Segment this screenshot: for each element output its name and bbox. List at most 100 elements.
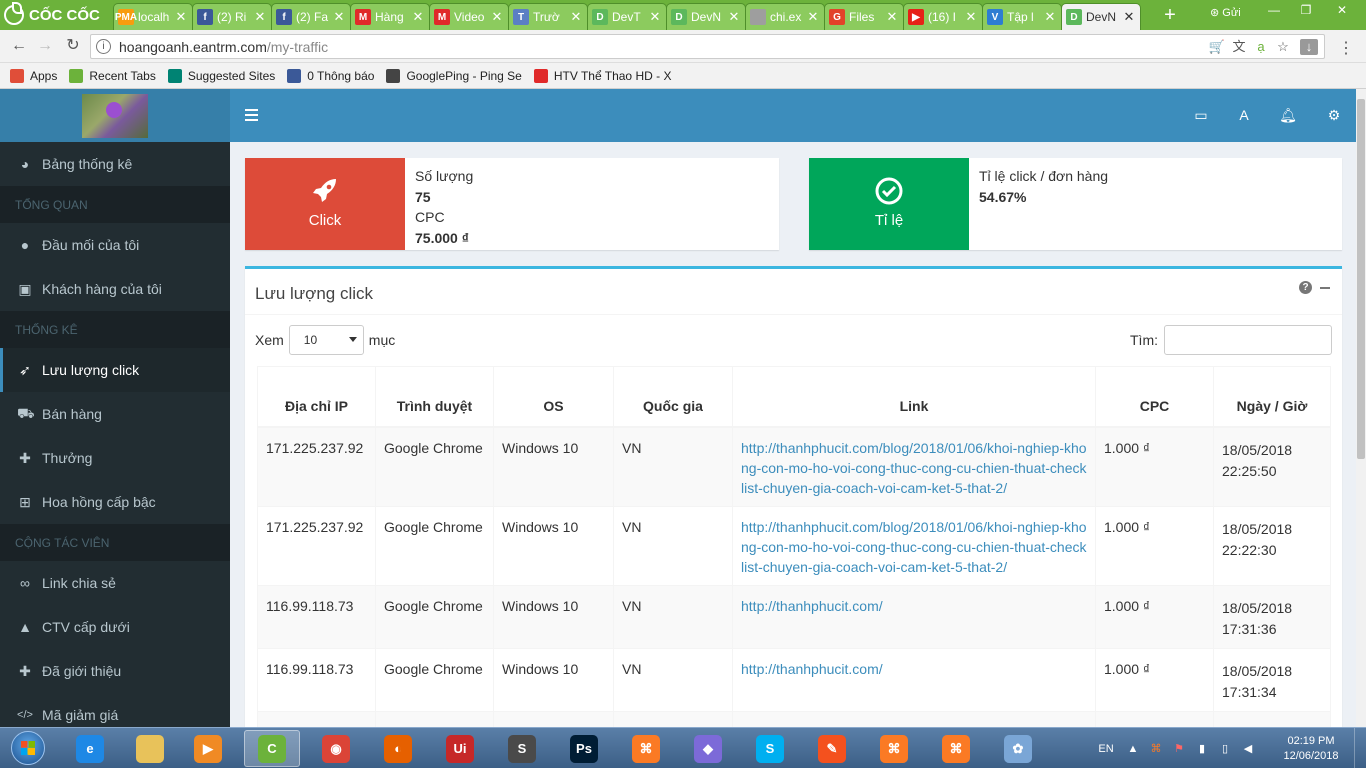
back-button[interactable]: ← <box>10 37 28 55</box>
taskbar-app-button[interactable]: Ps <box>556 730 612 767</box>
browser-tab[interactable]: M Hàng ✕ <box>350 3 430 30</box>
collapse-icon[interactable] <box>1320 286 1330 289</box>
taskbar-app-button[interactable]: ✿ <box>990 730 1046 767</box>
close-icon[interactable]: ✕ <box>648 9 662 25</box>
maximize-button[interactable]: ❐ <box>1294 3 1318 19</box>
coccoc-logo[interactable]: CỐC CỐC <box>4 2 100 26</box>
browser-tab[interactable]: V Tập l ✕ <box>982 3 1062 30</box>
taskbar-app-button[interactable]: ◐ <box>370 730 426 767</box>
taskbar-app-button[interactable]: e <box>62 730 118 767</box>
url-text[interactable]: hoangoanh.eantrm.com/my-traffic <box>119 39 328 55</box>
close-icon[interactable]: ✕ <box>885 9 899 25</box>
scrollbar-thumb[interactable] <box>1357 99 1365 459</box>
bell-icon[interactable]: 🔔︎ <box>1279 106 1297 124</box>
traffic-link[interactable]: http://thanhphucit.com/blog/2018/01/06/k… <box>741 440 1087 496</box>
browser-tab[interactable]: M Video ✕ <box>429 3 509 30</box>
taskbar-app-button[interactable]: ◉ <box>308 730 364 767</box>
language-indicator[interactable]: EN <box>1095 743 1117 755</box>
minimize-button[interactable]: — <box>1262 3 1286 19</box>
system-clock[interactable]: 02:19 PM 12/06/2018 <box>1276 734 1346 764</box>
reload-button[interactable]: ↻ <box>64 37 82 55</box>
browser-tab[interactable]: D DevN ✕ <box>1061 3 1141 30</box>
traffic-link[interactable]: http://thanhphucit.com/ <box>741 661 883 677</box>
column-header-datetime[interactable]: Ngày / Giờ <box>1213 366 1331 428</box>
bookmark-item[interactable]: HTV Thể Thao HD - X <box>533 68 671 83</box>
sidebar-item-share-link[interactable]: ∞ Link chia sẻ <box>0 561 230 605</box>
page-length-select[interactable]: 10 <box>288 325 364 355</box>
xampp-tray-icon[interactable]: ⌘ <box>1149 742 1163 755</box>
sidebar-item-click-traffic[interactable]: ➶ Lưu lượng click <box>0 348 230 392</box>
column-header-browser[interactable]: Trình duyệt <box>375 366 494 428</box>
taskbar-app-button[interactable]: ✎ <box>804 730 860 767</box>
avatar[interactable] <box>82 93 148 138</box>
browser-tab[interactable]: chi.ex ✕ <box>745 3 825 30</box>
browser-tab[interactable]: f (2) Ri ✕ <box>192 3 272 30</box>
language-switch[interactable]: A <box>1235 106 1253 124</box>
column-header-cpc[interactable]: CPC <box>1095 366 1214 428</box>
help-icon[interactable]: ? <box>1299 281 1312 294</box>
search-input[interactable] <box>1164 325 1332 355</box>
traffic-link[interactable]: http://thanhphucit.com/ <box>741 598 883 614</box>
start-button[interactable] <box>4 729 52 767</box>
close-icon[interactable]: ✕ <box>964 9 978 25</box>
taskbar-app-button[interactable]: S <box>494 730 550 767</box>
taskbar-app-button[interactable]: S <box>742 730 798 767</box>
show-desktop-button[interactable] <box>1354 728 1366 768</box>
traffic-link[interactable]: http://thanhphucit.com/blog/2018/01/06/k… <box>741 519 1087 575</box>
gears-icon[interactable]: ⚙ <box>1325 106 1343 124</box>
sidebar-item-my-leads[interactable]: ● Đầu mối của tôi <box>0 223 230 267</box>
vietnamese-typing-icon[interactable]: ạ <box>1252 39 1270 55</box>
bookmark-star-icon[interactable]: ☆ <box>1274 39 1292 55</box>
taskbar-app-button[interactable]: ◆ <box>680 730 736 767</box>
close-icon[interactable]: ✕ <box>569 9 583 25</box>
bookmark-item[interactable]: 0 Thông báo <box>287 68 374 83</box>
taskbar-app-button[interactable]: ▶ <box>180 730 236 767</box>
browser-tab[interactable]: ▶ (16) I ✕ <box>903 3 983 30</box>
sidebar-item-referred[interactable]: ✚ Đã giới thiệu <box>0 649 230 693</box>
column-header-link[interactable]: Link <box>732 366 1096 428</box>
volume-icon[interactable]: ◀ <box>1241 742 1255 755</box>
taskbar-app-button[interactable]: Ui <box>432 730 488 767</box>
taskbar-app-button[interactable] <box>122 730 178 767</box>
close-icon[interactable]: ✕ <box>1043 9 1057 25</box>
bookmark-item[interactable]: Suggested Sites <box>167 68 275 83</box>
close-icon[interactable]: ✕ <box>1122 9 1136 25</box>
power-icon[interactable]: ▯ <box>1218 742 1232 755</box>
close-icon[interactable]: ✕ <box>806 9 820 25</box>
taskbar-app-button[interactable]: ⌘ <box>866 730 922 767</box>
taskbar-app-button[interactable]: ⌘ <box>618 730 674 767</box>
sidebar-item-sales[interactable]: ⛟ Bán hàng <box>0 392 230 436</box>
browser-tab[interactable]: f (2) Fa ✕ <box>271 3 351 30</box>
signal-icon[interactable]: ▮ <box>1195 742 1209 755</box>
monitor-icon[interactable]: ▭ <box>1192 106 1210 124</box>
sidebar-item-bonus[interactable]: ✚ Thưởng <box>0 436 230 480</box>
browser-tab[interactable]: D DevT ✕ <box>587 3 667 30</box>
bookmark-item[interactable]: GooglePing - Ping Se <box>386 68 522 83</box>
download-icon[interactable]: ↓ <box>1300 39 1318 55</box>
column-header-ip[interactable]: Địa chỉ IP <box>257 366 376 428</box>
close-icon[interactable]: ✕ <box>411 9 425 25</box>
browser-tab[interactable]: D DevN ✕ <box>666 3 746 30</box>
close-icon[interactable]: ✕ <box>174 9 188 25</box>
browser-tab[interactable]: PMA localh ✕ <box>113 3 193 30</box>
taskbar-app-button[interactable]: C <box>244 730 300 767</box>
browser-tab[interactable]: G Files ✕ <box>824 3 904 30</box>
site-info-icon[interactable]: i <box>96 39 111 54</box>
column-header-os[interactable]: OS <box>493 366 614 428</box>
sidebar-item-coupons[interactable]: </> Mã giảm giá <box>0 693 230 727</box>
tray-expand-icon[interactable]: ▲ <box>1126 743 1140 755</box>
browser-tab[interactable]: T Trườ ✕ <box>508 3 588 30</box>
bookmark-item[interactable]: Apps <box>10 68 57 83</box>
sidebar-toggle-icon[interactable] <box>245 109 258 124</box>
gift-button[interactable]: ⊛ Gửi <box>1210 6 1241 19</box>
close-window-button[interactable]: ✕ <box>1330 3 1354 19</box>
sidebar-item-sub-collaborators[interactable]: ▲ CTV cấp dưới <box>0 605 230 649</box>
sidebar-item-rank-commission[interactable]: ⊞ Hoa hồng cấp bậc <box>0 480 230 524</box>
forward-button[interactable]: → <box>36 37 54 55</box>
address-bar[interactable]: i hoangoanh.eantrm.com/my-traffic 🛒 文 ạ … <box>90 34 1325 59</box>
sidebar-item-dashboard[interactable]: ◕ Bảng thống kê <box>0 142 230 186</box>
page-scrollbar[interactable] <box>1356 89 1366 727</box>
shopping-cart-icon[interactable]: 🛒 <box>1208 39 1226 55</box>
network-error-icon[interactable]: ⚑ <box>1172 742 1186 755</box>
column-header-country[interactable]: Quốc gia <box>613 366 733 428</box>
